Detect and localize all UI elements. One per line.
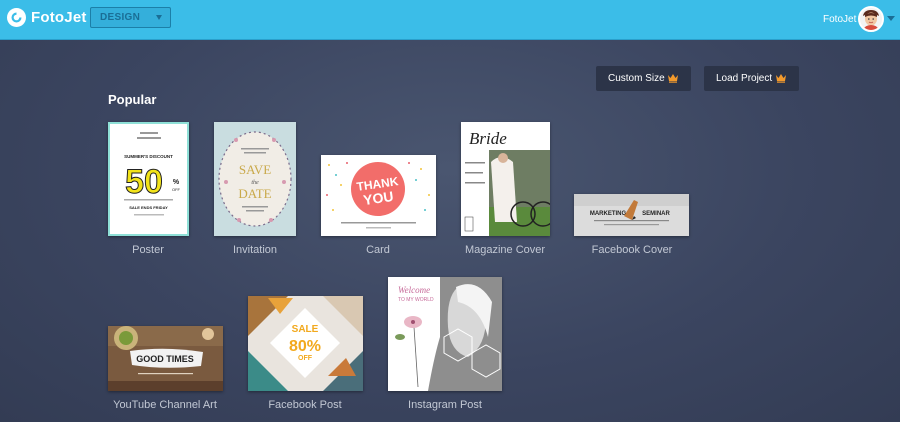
template-label: Facebook Cover [591, 244, 673, 256]
fb-cover-left: MARKETING [590, 211, 627, 217]
avatar[interactable] [858, 6, 884, 32]
logo-text: FotoJet [31, 9, 87, 26]
facebook-post-thumbnail[interactable]: SALE 80% OFF [248, 296, 363, 391]
mode-dropdown[interactable]: DESIGN [90, 7, 171, 28]
poster-big-number: 50 [125, 163, 163, 201]
yt-title: GOOD TIMES [136, 354, 194, 364]
poster-percent: % [173, 179, 180, 186]
fotojet-logo-icon [7, 8, 26, 27]
card-thumbnail[interactable]: THANK YOU [321, 155, 436, 236]
crown-icon [775, 73, 787, 86]
magazine-cover-thumbnail[interactable]: Bride [461, 122, 550, 236]
insta-welcome: Welcome [398, 285, 430, 295]
section-title: Popular [108, 92, 157, 107]
template-label: YouTube Channel Art [113, 399, 217, 411]
fb-post-sale: SALE [292, 324, 319, 335]
template-label: Instagram Post [408, 399, 482, 411]
fb-cover-right: SEMINAR [642, 211, 670, 217]
youtube-channel-art-thumbnail[interactable]: GOOD TIMES [108, 326, 223, 391]
mode-dropdown-label: DESIGN [100, 12, 141, 23]
template-label: Facebook Post [268, 399, 342, 411]
poster-thumbnail[interactable]: SUMMER'S DISCOUNT 50 % OFF SALE ENDS FRI… [108, 122, 189, 236]
custom-size-button[interactable]: Custom Size [596, 66, 691, 91]
template-label: Magazine Cover [464, 244, 546, 256]
invitation-date: DATE [238, 186, 271, 201]
poster-subtitle: SUMMER'S DISCOUNT [124, 154, 173, 159]
template-label: Invitation [232, 244, 278, 256]
crown-icon [667, 73, 679, 86]
invitation-thumbnail[interactable]: SAVE the DATE [214, 122, 296, 236]
custom-size-label: Custom Size [608, 73, 665, 84]
chevron-down-icon [156, 15, 162, 20]
instagram-post-thumbnail[interactable]: Welcome TO MY WORLD [388, 277, 502, 391]
invitation-save: SAVE [239, 162, 271, 177]
facebook-cover-thumbnail[interactable]: MARKETING SEMINAR [574, 194, 689, 236]
poster-off: OFF [172, 187, 181, 192]
fb-post-off: OFF [298, 355, 313, 362]
insta-subtitle: TO MY WORLD [398, 297, 434, 303]
user-name[interactable]: FotoJet [823, 14, 856, 25]
top-bar: FotoJet DESIGN FotoJet [0, 0, 900, 40]
magazine-title: Bride [469, 129, 507, 148]
user-menu-caret-icon[interactable] [887, 16, 895, 21]
app-logo[interactable]: FotoJet [7, 8, 87, 27]
template-label: Card [366, 244, 390, 256]
load-project-button[interactable]: Load Project [704, 66, 799, 91]
template-label: Poster [132, 244, 164, 256]
load-project-label: Load Project [716, 73, 773, 84]
poster-footer: SALE ENDS FRIDAY [129, 205, 168, 210]
fb-post-percent: 80% [289, 338, 321, 355]
